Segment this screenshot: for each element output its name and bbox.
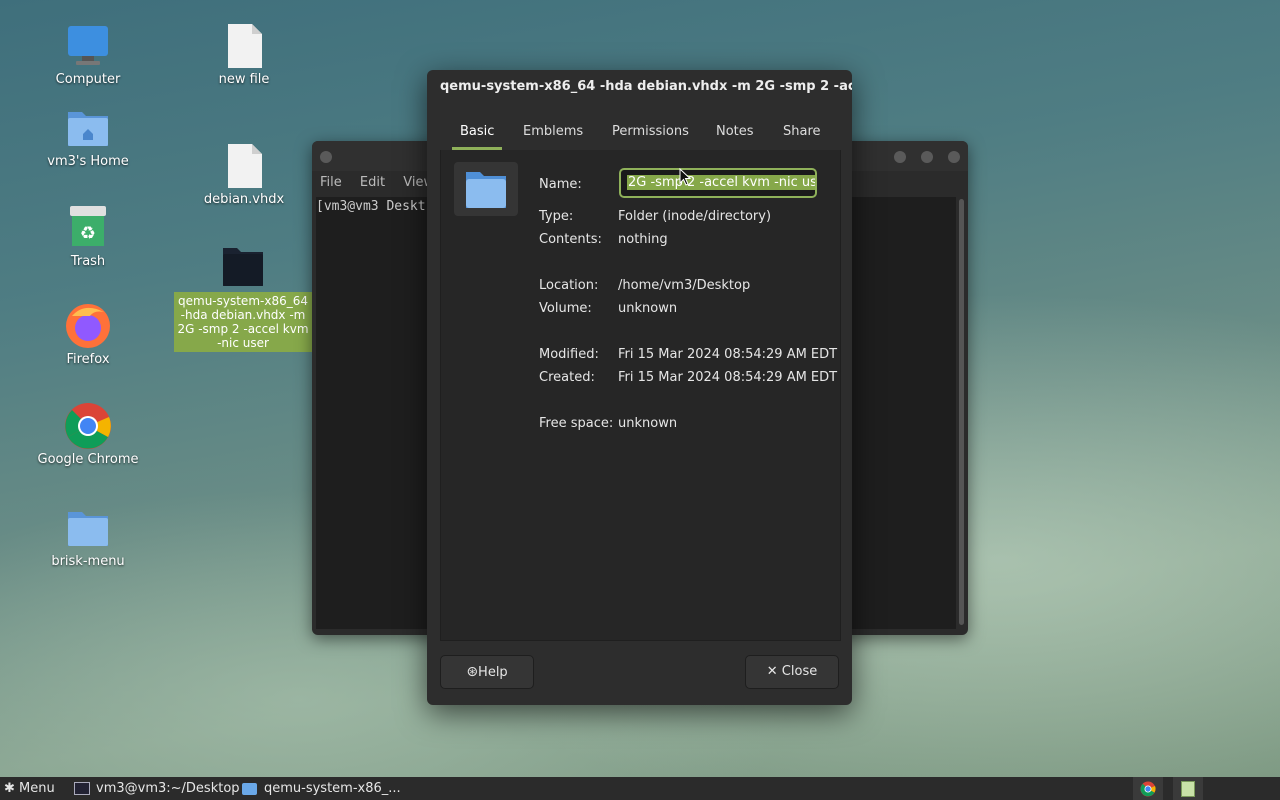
folder-icon <box>466 172 506 208</box>
desktop-icon-new-file[interactable]: new file <box>184 22 304 88</box>
field-key: Volume: <box>539 301 592 316</box>
desktop-icon-firefox[interactable]: Firefox <box>28 302 148 368</box>
desktop-icon-trash[interactable]: ♻ Trash <box>28 204 148 270</box>
name-input[interactable]: 2G -smp 2 -accel kvm -nic user <box>619 168 817 198</box>
desktop-icon-label: qemu-system-x86_64 -hda debian.vhdx -m 2… <box>174 292 312 352</box>
desktop-icon-debian-vhdx[interactable]: debian.vhdx <box>184 142 304 208</box>
field-key: Modified: <box>539 347 599 362</box>
chrome-icon <box>1140 781 1156 796</box>
field-key: Contents: <box>539 232 602 247</box>
svg-text:♻: ♻ <box>80 223 96 244</box>
menu-file[interactable]: File <box>320 175 342 190</box>
close-button[interactable]: ✕ Close <box>745 655 839 689</box>
tab-basic[interactable]: Basic <box>452 114 503 150</box>
dialog-tabs: Basic Emblems Permissions Notes Share <box>440 114 839 151</box>
dialog-title: qemu-system-x86_64 -hda debian.vhdx -m 2… <box>440 79 852 94</box>
chrome-icon <box>64 402 112 450</box>
field-value: unknown <box>618 416 678 431</box>
firefox-icon <box>64 302 112 350</box>
desktop-icon-label: vm3's Home <box>47 154 129 169</box>
help-button-label: Help <box>478 665 508 680</box>
menu-icon: ✱ <box>4 781 15 796</box>
terminal-icon <box>74 782 90 795</box>
trash-icon: ♻ <box>64 204 112 252</box>
desktop-icon-brisk-menu[interactable]: brisk-menu <box>28 504 148 570</box>
computer-icon <box>64 22 112 70</box>
minimize-icon[interactable] <box>894 151 906 163</box>
desktop-icon-label: Trash <box>70 254 106 269</box>
close-icon: ✕ <box>766 664 782 679</box>
taskbar: ✱ Menu vm3@vm3:~/Desktop qemu-system-x86… <box>0 777 1280 800</box>
field-key: Location: <box>539 278 599 293</box>
help-icon: ⊛ <box>466 664 479 680</box>
close-icon[interactable] <box>948 151 960 163</box>
home-folder-icon <box>64 104 112 152</box>
maximize-icon[interactable] <box>921 151 933 163</box>
tray-notes[interactable] <box>1173 777 1203 800</box>
field-value: Fri 15 Mar 2024 08:54:29 AM EDT <box>618 370 838 385</box>
desktop-icon-label: new file <box>218 72 270 87</box>
tray-chrome[interactable] <box>1133 777 1163 800</box>
taskbar-window-terminal[interactable]: vm3@vm3:~/Desktop <box>74 777 240 800</box>
field-value: /home/vm3/Desktop <box>618 278 751 293</box>
name-input-value: 2G -smp 2 -accel kvm -nic user <box>627 175 815 190</box>
field-value: Folder (inode/directory) <box>618 209 772 224</box>
field-value: Fri 15 Mar 2024 08:54:29 AM EDT <box>618 347 838 362</box>
desktop-icon-home[interactable]: vm3's Home <box>28 104 148 170</box>
field-key: Type: <box>539 209 574 224</box>
folder-icon <box>64 504 112 552</box>
close-button-label: Close <box>781 664 818 679</box>
desktop-icon-label: debian.vhdx <box>203 192 285 207</box>
file-icon <box>220 142 268 190</box>
tab-emblems[interactable]: Emblems <box>515 114 591 150</box>
taskbar-window-label: vm3@vm3:~/Desktop <box>96 781 240 796</box>
tab-notes[interactable]: Notes <box>708 114 762 150</box>
field-value: nothing <box>618 232 668 247</box>
folder-preview[interactable] <box>454 162 518 216</box>
taskbar-window-label: qemu-system-x86_... <box>264 781 401 796</box>
desktop-icon-qemu-folder[interactable]: qemu-system-x86_64 -hda debian.vhdx -m 2… <box>174 242 312 352</box>
notes-icon <box>1181 780 1195 797</box>
desktop-icon-label: Firefox <box>66 352 110 367</box>
window-menu-icon[interactable] <box>320 151 332 163</box>
field-value: unknown <box>618 301 678 316</box>
taskbar-menu-button[interactable]: ✱ Menu <box>4 777 55 800</box>
taskbar-menu-label: Menu <box>19 781 55 796</box>
properties-dialog: qemu-system-x86_64 -hda debian.vhdx -m 2… <box>427 70 852 705</box>
file-icon <box>220 22 268 70</box>
desktop-icon-chrome[interactable]: Google Chrome <box>28 402 148 468</box>
folder-icon <box>242 782 257 795</box>
help-button[interactable]: ⊛Help <box>440 655 534 689</box>
tab-share[interactable]: Share <box>775 114 829 150</box>
field-key: Created: <box>539 370 595 385</box>
mouse-cursor-icon <box>679 168 691 186</box>
terminal-scrollbar[interactable] <box>959 199 964 625</box>
dark-folder-icon <box>219 242 267 290</box>
desktop-icon-computer[interactable]: Computer <box>28 22 148 88</box>
name-label: Name: <box>539 177 582 192</box>
taskbar-window-properties[interactable]: qemu-system-x86_... <box>242 777 401 800</box>
tab-permissions[interactable]: Permissions <box>604 114 697 150</box>
menu-edit[interactable]: Edit <box>360 175 385 190</box>
desktop-icon-label: brisk-menu <box>51 554 125 569</box>
basic-panel: Name: 2G -smp 2 -accel kvm -nic user Typ… <box>440 150 841 641</box>
desktop-icon-label: Google Chrome <box>37 452 139 467</box>
desktop-icon-label: Computer <box>55 72 121 87</box>
field-key: Free space: <box>539 416 614 431</box>
